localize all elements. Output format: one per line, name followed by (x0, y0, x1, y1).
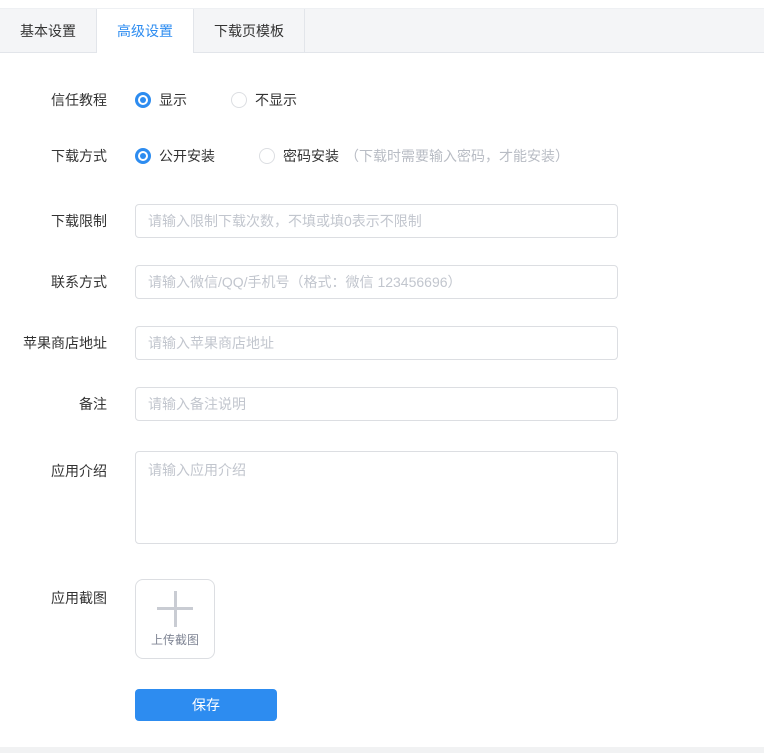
form-row-download-method: 下载方式 公开安装 密码安装 （下载时需要输入密码，才能安装） (0, 146, 764, 166)
password-install-hint: （下载时需要输入密码，才能安装） (345, 148, 569, 164)
plus-icon (157, 590, 193, 627)
radio-hide-label: 不显示 (255, 92, 297, 108)
upload-screenshot-button[interactable]: 上传截图 (135, 579, 215, 659)
remark-label: 备注 (79, 396, 107, 412)
radio-hide[interactable]: 不显示 (231, 90, 297, 110)
trust-tutorial-label: 信任教程 (51, 92, 107, 108)
remark-input[interactable] (135, 387, 618, 421)
form-row-trust-tutorial: 信任教程 显示 不显示 (0, 90, 764, 110)
radio-unselected-icon (259, 148, 275, 164)
radio-show[interactable]: 显示 (135, 90, 187, 110)
app-screenshot-label: 应用截图 (51, 590, 107, 606)
contact-label: 联系方式 (51, 274, 107, 290)
tabs-container: 基本设置 高级设置 下载页模板 (0, 0, 764, 54)
form-row-download-limit: 下载限制 (0, 204, 764, 238)
form-row-contact: 联系方式 (0, 265, 764, 299)
app-intro-textarea[interactable] (135, 451, 618, 544)
form-row-app-intro: 应用介绍 (0, 451, 764, 549)
radio-public-install-label: 公开安装 (159, 148, 215, 164)
radio-unselected-icon (231, 92, 247, 108)
contact-input[interactable] (135, 265, 618, 299)
form-row-app-screenshot: 应用截图 上传截图 (0, 579, 764, 659)
radio-selected-icon (135, 92, 151, 108)
radio-selected-icon (135, 148, 151, 164)
advanced-settings-panel: 信任教程 显示 不显示 下载方式 公开安装 密码安装 （下载时需要输入密码，才能… (0, 53, 764, 721)
tab-download-page-template[interactable]: 下载页模板 (194, 9, 305, 53)
tab-basic-settings[interactable]: 基本设置 (0, 9, 97, 53)
save-button[interactable]: 保存 (135, 689, 277, 721)
radio-public-install[interactable]: 公开安装 (135, 146, 215, 166)
app-store-url-label: 苹果商店地址 (23, 335, 107, 351)
footer-divider (0, 747, 764, 753)
upload-screenshot-text: 上传截图 (150, 632, 199, 647)
app-store-url-input[interactable] (135, 326, 618, 360)
radio-password-install[interactable]: 密码安装 (259, 146, 339, 166)
download-method-label: 下载方式 (51, 148, 107, 164)
tab-bar: 基本设置 高级设置 下载页模板 (0, 8, 764, 54)
radio-password-install-label: 密码安装 (283, 148, 339, 164)
radio-show-label: 显示 (159, 92, 187, 108)
form-row-app-store-url: 苹果商店地址 (0, 326, 764, 360)
form-row-remark: 备注 (0, 387, 764, 421)
tab-advanced-settings[interactable]: 高级设置 (97, 9, 194, 54)
download-limit-input[interactable] (135, 204, 618, 238)
trust-tutorial-radio-group: 显示 不显示 (135, 90, 297, 110)
download-method-radio-group: 公开安装 密码安装 （下载时需要输入密码，才能安装） (135, 146, 569, 166)
app-intro-label: 应用介绍 (51, 463, 107, 479)
download-limit-label: 下载限制 (51, 213, 107, 229)
